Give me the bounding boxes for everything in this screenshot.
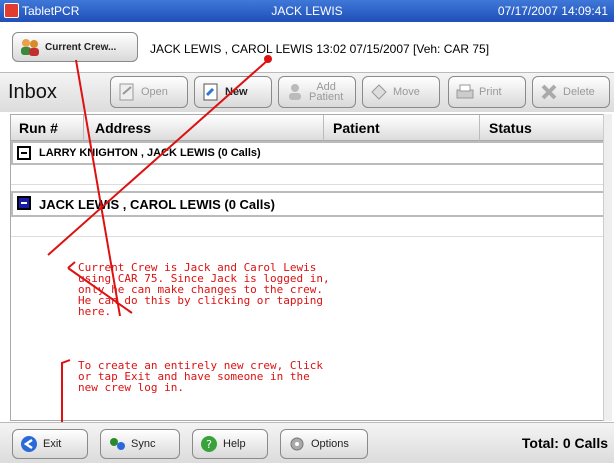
- bottom-bar: Exit Sync ? Help Options Total: 0 Calls: [0, 422, 614, 463]
- gear-icon: [290, 437, 304, 451]
- help-button[interactable]: ? Help: [192, 429, 268, 459]
- exit-button[interactable]: Exit: [12, 429, 88, 459]
- annotation-arrows: [47, 55, 272, 438]
- exit-label: Exit: [43, 438, 62, 450]
- exit-arrow-icon: [21, 436, 37, 452]
- sync-button[interactable]: Sync: [100, 429, 180, 459]
- total-calls: Total: 0 Calls: [521, 435, 608, 451]
- sync-label: Sync: [131, 438, 156, 450]
- options-button[interactable]: Options: [280, 429, 368, 459]
- arrow-bracket-1: [67, 261, 133, 314]
- svg-text:?: ?: [206, 438, 212, 451]
- sync-icon: [110, 438, 125, 450]
- options-label: Options: [311, 438, 349, 450]
- help-icon: ?: [201, 436, 217, 452]
- help-label: Help: [223, 438, 246, 450]
